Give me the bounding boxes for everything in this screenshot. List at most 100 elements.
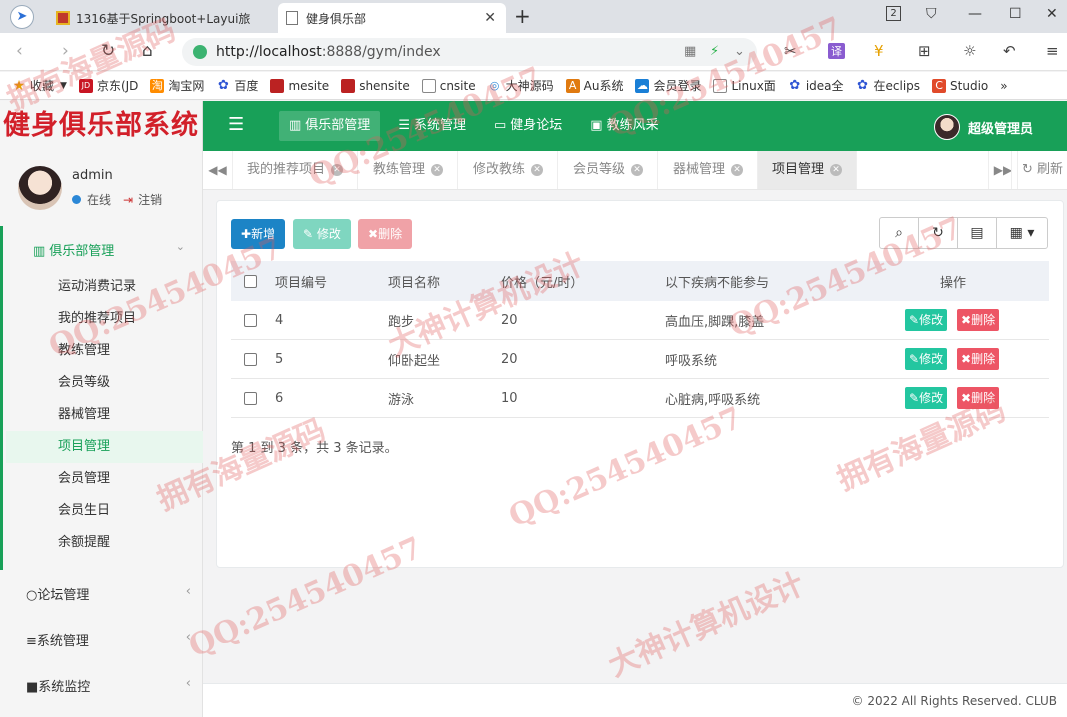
browser-nav-icon[interactable]: ➤ (10, 5, 34, 29)
add-button[interactable]: ✚新增 (231, 219, 286, 249)
close-icon[interactable]: ✕ (531, 163, 544, 176)
select-all-checkbox[interactable] (244, 274, 257, 288)
tab-count-badge[interactable]: 2 (886, 6, 901, 21)
bookmark-item[interactable]: ◎ 大神源码 (488, 77, 554, 94)
delete-button[interactable]: ✖删除 (358, 219, 413, 249)
tab-project[interactable]: 项目管理 ✕ (758, 151, 858, 189)
tab-edit-coach[interactable]: 修改教练 ✕ (459, 151, 559, 189)
reload-icon[interactable]: ↻ (101, 41, 115, 61)
sidebar-group-title[interactable]: ▥ 俱乐部管理 (33, 240, 114, 259)
nav-club-management[interactable]: ▥ 俱乐部管理 (279, 111, 381, 141)
forward-icon[interactable]: › (62, 41, 69, 61)
chevron-down-icon[interactable]: ⌄ (734, 44, 745, 59)
bookmark-item[interactable]: ✿ 在eclips (856, 77, 920, 94)
apps-icon[interactable]: ⊞ (918, 42, 931, 60)
user-menu[interactable]: 超级管理员 (933, 114, 1033, 140)
bookmark-item[interactable]: C Studio (932, 78, 988, 93)
sidebar-item-equipment[interactable]: 器械管理 (58, 399, 203, 431)
sidebar-item-member-level[interactable]: 会员等级 (58, 367, 203, 399)
chevron-down-icon[interactable]: ⌄ (176, 240, 185, 253)
sidebar-item-member[interactable]: 会员管理 (58, 463, 203, 495)
menu-icon[interactable]: ≡ (1046, 42, 1059, 60)
row-checkbox[interactable] (244, 391, 257, 405)
shirt-icon[interactable]: ⛉ (926, 6, 937, 22)
sidebar-item-coach[interactable]: 教练管理 (58, 335, 203, 367)
baidu-icon: ✿ (789, 77, 801, 93)
row-edit-button[interactable]: ✎修改 (905, 348, 948, 370)
new-tab-icon[interactable]: + (514, 4, 531, 28)
col-header-name[interactable]: 项目名称 (388, 272, 440, 291)
bookmark-item[interactable]: A Au系统 (565, 77, 623, 94)
sidebar-item-project[interactable]: 项目管理 (6, 431, 203, 463)
row-delete-button[interactable]: ✖删除 (957, 309, 1000, 331)
close-icon[interactable]: ✕ (431, 163, 444, 176)
sidebar-item-consumption[interactable]: 运动消费记录 (58, 271, 203, 303)
circle-icon: ○ (26, 588, 38, 603)
translate-icon[interactable]: 译 (828, 43, 845, 59)
maximize-icon[interactable]: ☐ (1009, 6, 1022, 22)
bookmark-item[interactable]: shensite (341, 78, 410, 93)
col-header-id[interactable]: 项目编号 (275, 272, 327, 291)
toggle-view-icon[interactable]: ▤ (958, 218, 997, 248)
bookmark-item[interactable]: ✿ idea全 (788, 77, 843, 94)
bookmark-item[interactable]: mesite (270, 78, 329, 93)
back-icon[interactable]: ‹ (16, 41, 23, 61)
bookmark-item[interactable]: cnsite (421, 78, 476, 93)
col-header-price[interactable]: 价格（元/时） (501, 272, 583, 291)
nav-system-management[interactable]: ☰ 系统管理 (388, 111, 476, 141)
qr-icon[interactable]: ▦ (684, 44, 696, 59)
refresh-button[interactable]: ↻ 刷新 (1010, 151, 1067, 189)
col-header-disease[interactable]: 以下疾病不能参与 (665, 272, 769, 291)
nav-coach-gallery[interactable]: ▣ 教练风采 (580, 111, 668, 141)
url-input[interactable]: http://localhost:8888/gym/index ▦ ⚡ ⌄ (182, 38, 757, 66)
edit-button[interactable]: ✎ 修改 (293, 219, 351, 249)
close-icon[interactable]: ✕ (331, 163, 344, 176)
hamburger-icon[interactable]: ☰ (228, 114, 244, 135)
undo-icon[interactable]: ↶ (1003, 42, 1016, 60)
sidebar-group-forum[interactable]: ○论坛管理 ‹ (26, 584, 191, 603)
minimize-icon[interactable]: — (968, 6, 982, 22)
bookmark-item[interactable]: 淘淘宝网 (150, 77, 204, 94)
sidebar-group-system[interactable]: ≡系统管理 ‹ (26, 630, 191, 649)
row-checkbox[interactable] (244, 352, 257, 366)
logout-link[interactable]: 注销 (138, 191, 162, 208)
sidebar-item-balance[interactable]: 余额提醒 (58, 527, 203, 559)
sidebar-item-recommend[interactable]: 我的推荐项目 (58, 303, 203, 335)
home-icon[interactable]: ⌂ (142, 41, 153, 61)
row-edit-button[interactable]: ✎修改 (905, 309, 948, 331)
row-delete-button[interactable]: ✖删除 (957, 348, 1000, 370)
bookmarks-more[interactable]: » (1000, 79, 1007, 93)
coin-icon[interactable]: ¥ (874, 42, 884, 60)
bookmark-item[interactable]: Linux面 (713, 77, 776, 94)
bookmark-item[interactable]: ✿ 百度 (216, 77, 258, 94)
row-delete-button[interactable]: ✖删除 (957, 387, 1000, 409)
browser-tab-active[interactable]: 健身俱乐部 ✕ (278, 3, 506, 33)
row-checkbox[interactable] (244, 313, 257, 327)
close-icon[interactable]: ✕ (731, 163, 744, 176)
refresh-icon[interactable]: ↻ (919, 218, 958, 248)
sidebar-item-birthday[interactable]: 会员生日 (58, 495, 203, 527)
tab-coach[interactable]: 教练管理 ✕ (359, 151, 459, 189)
tab-scroll-left-icon[interactable]: ◀◀ (203, 151, 233, 189)
bookmark-item[interactable]: ☁ 会员登录 (635, 77, 701, 94)
brightness-icon[interactable]: ☼ (963, 42, 976, 60)
row-edit-button[interactable]: ✎修改 (905, 387, 948, 409)
close-tab-icon[interactable]: ✕ (484, 10, 496, 26)
close-window-icon[interactable]: ✕ (1046, 6, 1058, 22)
nav-fitness-forum[interactable]: ▭ 健身论坛 (484, 111, 572, 141)
bookmark-item[interactable]: JD 京东(JD (78, 77, 138, 94)
close-icon[interactable]: ✕ (631, 163, 644, 176)
search-icon[interactable]: ⌕ (880, 218, 919, 248)
sidebar-group-monitor[interactable]: ■系统监控 ‹ (26, 676, 191, 695)
cut-icon[interactable]: ✂ (784, 42, 797, 60)
tab-recommend[interactable]: 我的推荐项目 ✕ (233, 151, 359, 189)
logout-icon[interactable]: ⇥ (123, 193, 133, 207)
close-icon[interactable]: ✕ (830, 163, 843, 176)
columns-icon[interactable]: ▦ ▾ (997, 218, 1047, 248)
tab-equipment[interactable]: 器械管理 ✕ (659, 151, 759, 189)
bookmark-item[interactable]: ★ 收藏 ▼ (12, 77, 67, 94)
lightning-icon[interactable]: ⚡ (710, 44, 719, 59)
tab-member-level[interactable]: 会员等级 ✕ (559, 151, 659, 189)
browser-tab-inactive[interactable]: 1316基于Springboot+Layui旅 (48, 3, 274, 33)
video-icon: ■ (26, 680, 39, 695)
